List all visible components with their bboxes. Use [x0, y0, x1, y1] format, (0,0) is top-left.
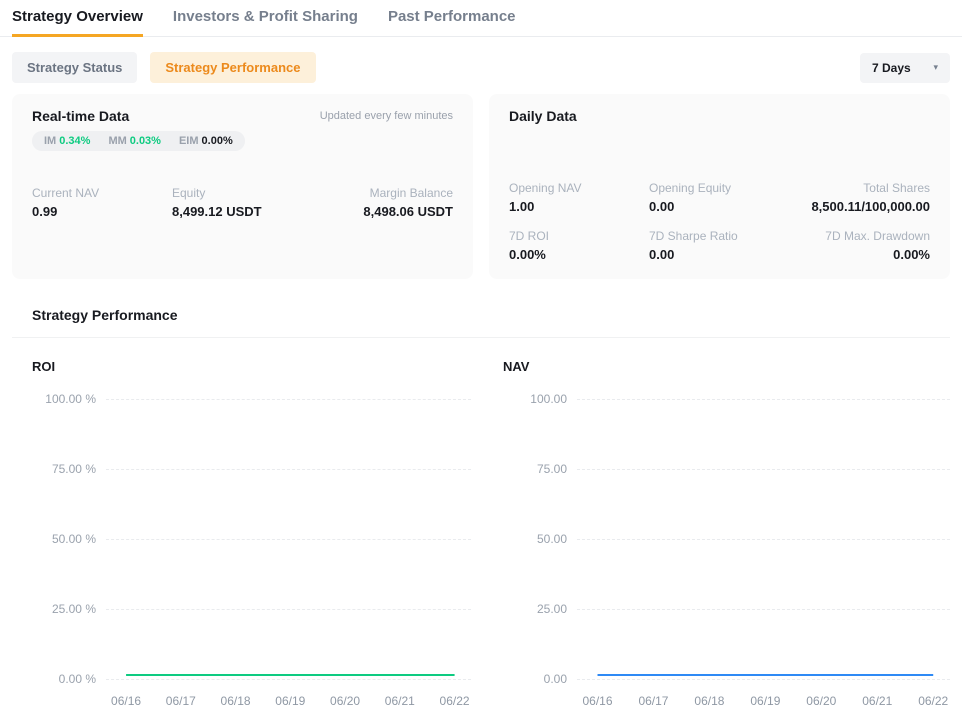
main-tabbar: Strategy Overview Investors & Profit Sha… [0, 0, 962, 37]
chevron-down-icon: ▾ [933, 62, 938, 73]
realtime-stats: Current NAV 0.99 Equity 8,499.12 USDT Ma… [32, 186, 453, 219]
daily-stats-row1: Opening NAV 1.00 Opening Equity 0.00 Tot… [509, 181, 930, 214]
7d-drawdown-stat: 7D Max. Drawdown 0.00% [790, 229, 931, 262]
roi-chart-plot[interactable]: 100.00 %75.00 %50.00 %25.00 %0.00 %06/16… [32, 399, 471, 711]
y-axis-tick: 25.00 [503, 602, 567, 616]
7d-drawdown-label: 7D Max. Drawdown [790, 229, 931, 243]
opening-nav-stat: Opening NAV 1.00 [509, 181, 649, 214]
im-value: 0.34% [59, 135, 90, 147]
equity-stat: Equity 8,499.12 USDT [172, 186, 313, 219]
daily-card-title: Daily Data [509, 108, 577, 124]
gridline-dash [577, 679, 950, 680]
x-axis-tick: 06/22 [440, 694, 470, 708]
charts-row: ROI 100.00 % 75.00 % 50.00 % 25.00 % 0.00 % 0… [12, 338, 950, 711]
y-axis-tick: 75.00 [503, 462, 567, 476]
im-ratio: IM0.34% [44, 135, 90, 147]
current-nav-value: 0.99 [32, 204, 172, 219]
nav-series-line [577, 399, 950, 679]
y-axis-tick: 50.00 % [32, 532, 96, 546]
roi-chart-title: ROI [32, 359, 471, 374]
x-axis-tick: 06/18 [221, 694, 251, 708]
margin-balance-label: Margin Balance [313, 186, 454, 200]
y-axis-tick: 0.00 % [32, 672, 96, 686]
subtab-strategy-performance[interactable]: Strategy Performance [150, 52, 315, 83]
eim-value: 0.00% [202, 135, 233, 147]
nav-chart: NAV 100.0075.0050.0025.000.0006/1606/170… [491, 338, 950, 711]
x-axis-tick: 06/20 [806, 694, 836, 708]
opening-equity-value: 0.00 [649, 199, 790, 214]
subtab-group: Strategy Status Strategy Performance [12, 52, 316, 83]
x-axis-tick: 06/17 [166, 694, 196, 708]
total-shares-value: 8,500.11/100,000.00 [790, 199, 931, 214]
eim-label: EIM [179, 135, 199, 147]
total-shares-label: Total Shares [790, 181, 931, 195]
7d-roi-label: 7D ROI [509, 229, 649, 243]
roi-chart: ROI 100.00 % 75.00 % 50.00 % 25.00 % 0.00 % 0… [12, 338, 471, 711]
period-dropdown[interactable]: 7 Days ▾ [860, 53, 950, 83]
y-axis-tick: 75.00 % [32, 462, 96, 476]
y-axis-tick: 100.00 % [32, 392, 96, 406]
im-label: IM [44, 135, 56, 147]
x-axis-tick: 06/19 [750, 694, 780, 708]
mm-value: 0.03% [130, 135, 161, 147]
x-axis-tick: 06/21 [862, 694, 892, 708]
x-axis-tick: 06/21 [385, 694, 415, 708]
tab-investors-profit-sharing[interactable]: Investors & Profit Sharing [173, 8, 358, 37]
x-axis-tick: 06/16 [582, 694, 612, 708]
mm-label: MM [108, 135, 126, 147]
margin-balance-value: 8,498.06 USDT [313, 204, 454, 219]
controls-row: Strategy Status Strategy Performance 7 D… [12, 52, 950, 83]
eim-ratio: EIM0.00% [179, 135, 233, 147]
nav-chart-title: NAV [503, 359, 950, 374]
y-axis-tick: 0.00 [503, 672, 567, 686]
strategy-performance-section: Strategy Performance ROI 100.00 % 75.00 %… [12, 307, 950, 711]
x-axis-tick: 06/19 [275, 694, 305, 708]
7d-sharpe-stat: 7D Sharpe Ratio 0.00 [649, 229, 790, 262]
daily-stats-row2: 7D ROI 0.00% 7D Sharpe Ratio 0.00 7D Max… [509, 229, 930, 262]
gridline-dash [106, 679, 471, 680]
margin-balance-stat: Margin Balance 8,498.06 USDT [313, 186, 454, 219]
y-axis-tick: 100.00 [503, 392, 567, 406]
opening-nav-label: Opening NAV [509, 181, 649, 195]
margin-ratios-badge: IM0.34% MM 0.03% EIM0.00% [32, 131, 245, 151]
7d-sharpe-value: 0.00 [649, 247, 790, 262]
7d-roi-stat: 7D ROI 0.00% [509, 229, 649, 262]
y-axis-tick: 50.00 [503, 532, 567, 546]
realtime-data-card: Real-time Data Updated every few minutes… [12, 94, 473, 279]
equity-label: Equity [172, 186, 313, 200]
mm-ratio: MM 0.03% [108, 135, 161, 147]
period-dropdown-value: 7 Days [872, 61, 911, 75]
x-axis-labels: 06/16 06/17 06/18 06/19 06/20 06/21 06/22 [577, 694, 950, 710]
y-axis-tick: 25.00 % [32, 602, 96, 616]
tab-past-performance[interactable]: Past Performance [388, 8, 516, 37]
data-cards-row: Real-time Data Updated every few minutes… [12, 94, 950, 279]
opening-equity-stat: Opening Equity 0.00 [649, 181, 790, 214]
daily-data-card: Daily Data Opening NAV 1.00 Opening Equi… [489, 94, 950, 279]
opening-equity-label: Opening Equity [649, 181, 790, 195]
current-nav-label: Current NAV [32, 186, 172, 200]
realtime-card-title: Real-time Data [32, 108, 129, 124]
7d-drawdown-value: 0.00% [790, 247, 931, 262]
opening-nav-value: 1.00 [509, 199, 649, 214]
7d-sharpe-label: 7D Sharpe Ratio [649, 229, 790, 243]
nav-chart-plot[interactable]: 100.0075.0050.0025.000.0006/1606/1706/18… [503, 399, 950, 711]
tab-strategy-overview[interactable]: Strategy Overview [12, 8, 143, 37]
x-axis-tick: 06/22 [918, 694, 948, 708]
x-axis-tick: 06/20 [330, 694, 360, 708]
x-axis-labels: 06/16 06/17 06/18 06/19 06/20 06/21 06/22 [106, 694, 471, 710]
x-axis-tick: 06/18 [694, 694, 724, 708]
updated-note: Updated every few minutes [320, 108, 453, 122]
roi-series-line [106, 399, 471, 679]
total-shares-stat: Total Shares 8,500.11/100,000.00 [790, 181, 931, 214]
strategy-performance-heading: Strategy Performance [12, 307, 950, 323]
7d-roi-value: 0.00% [509, 247, 649, 262]
current-nav-stat: Current NAV 0.99 [32, 186, 172, 219]
equity-value: 8,499.12 USDT [172, 204, 313, 219]
x-axis-tick: 06/17 [638, 694, 668, 708]
subtab-strategy-status[interactable]: Strategy Status [12, 52, 137, 83]
x-axis-tick: 06/16 [111, 694, 141, 708]
